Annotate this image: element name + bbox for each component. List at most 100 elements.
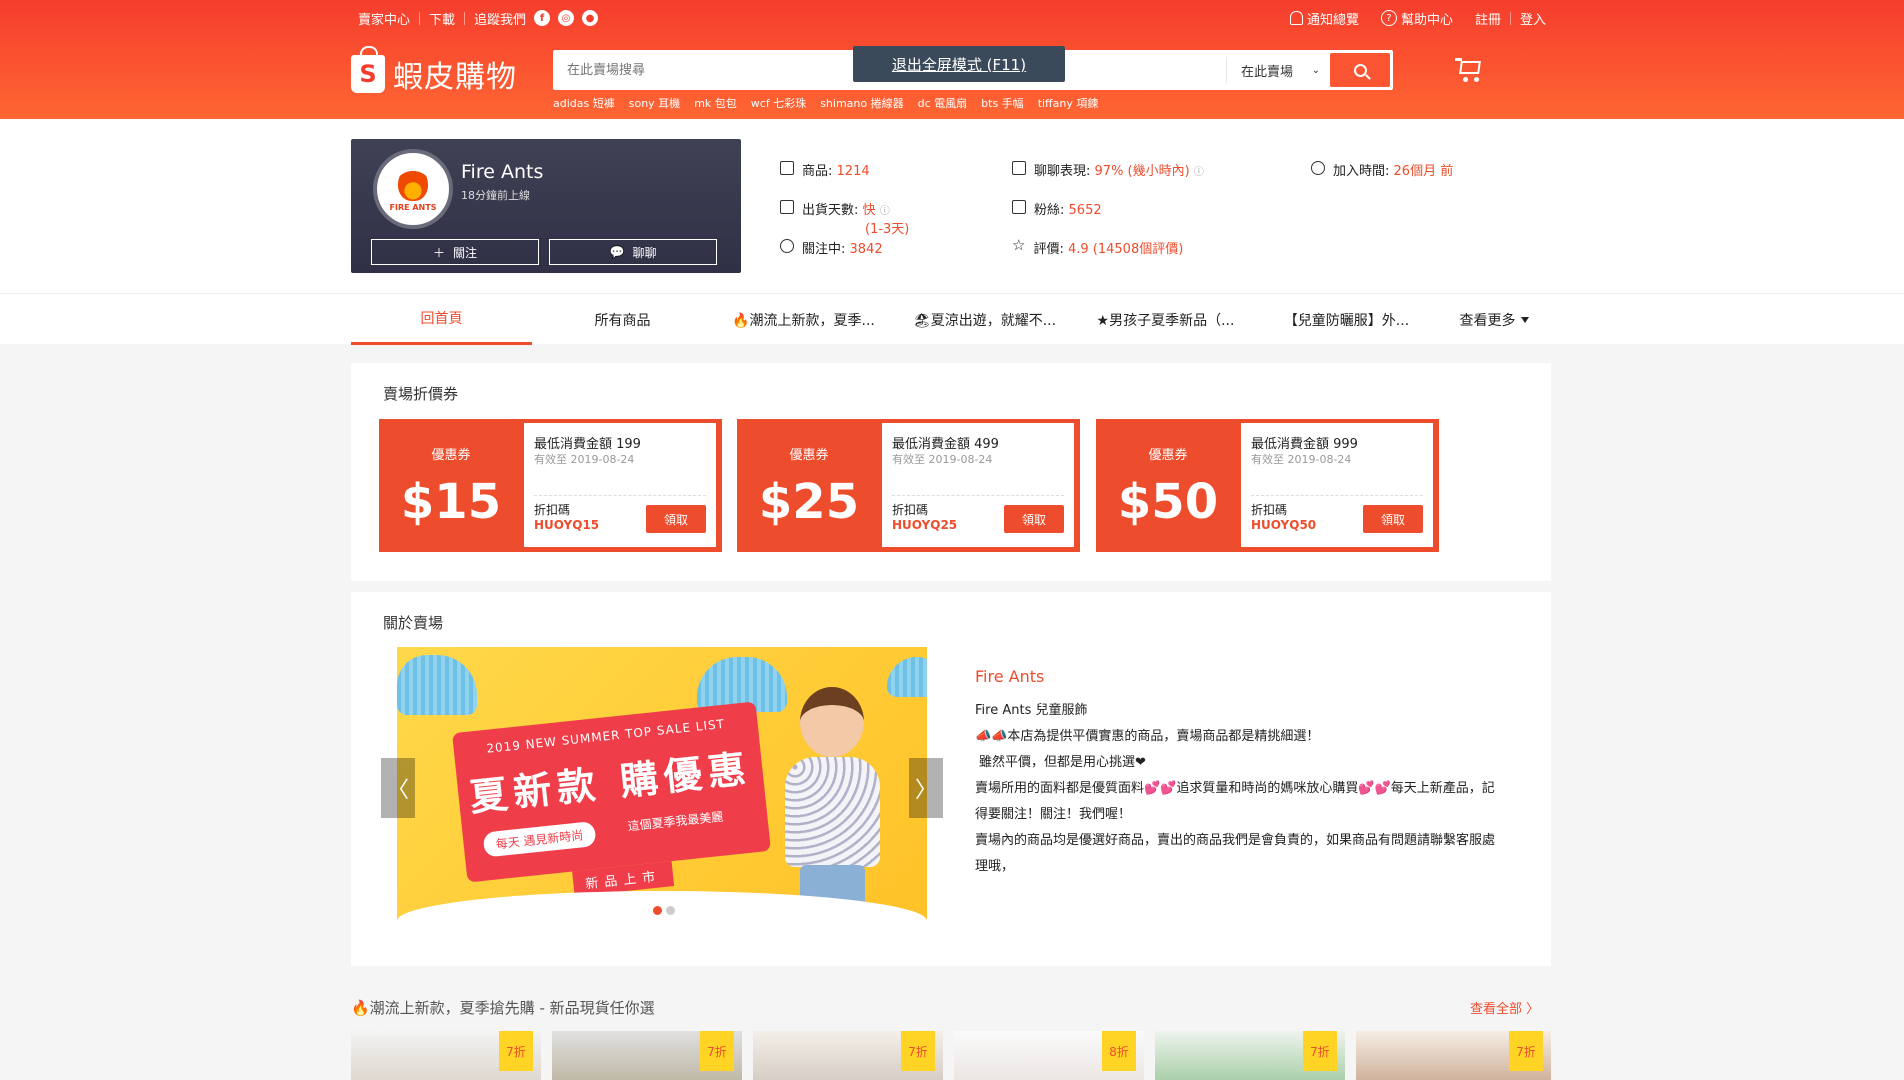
login-link[interactable]: 登入 bbox=[1520, 9, 1546, 28]
banner-sign: 2019 NEW SUMMER TOP SALE LIST 夏新款 購優惠 每天… bbox=[451, 701, 772, 897]
shop-info-section: FIRE ANTS Fire Ants 18分鐘前上線 ＋ 關注 💬 聊聊 商品… bbox=[0, 119, 1904, 294]
shopee-logo[interactable]: S 蝦皮購物 bbox=[351, 46, 517, 96]
notifications-link[interactable]: 通知總覽 bbox=[1307, 9, 1359, 28]
keyword-link[interactable]: adidas 短褲 bbox=[553, 95, 615, 111]
carousel-dot-active[interactable] bbox=[653, 906, 662, 915]
cart-basket bbox=[1459, 61, 1481, 74]
exit-fullscreen-tip[interactable]: 退出全屏模式 (F11) bbox=[853, 46, 1065, 82]
voucher-amount: $25 bbox=[758, 474, 860, 530]
discount-badge: 8折 bbox=[1102, 1031, 1136, 1071]
tab-boys-summer[interactable]: ★男孩子夏季新品（... bbox=[1075, 294, 1256, 345]
chat-bubble-icon bbox=[1012, 161, 1026, 175]
cloud-decoration bbox=[397, 655, 477, 715]
product-card[interactable]: 7折 bbox=[351, 1031, 541, 1080]
voucher-min-spend: 最低消費金額 999 bbox=[1251, 437, 1358, 452]
product-card[interactable]: 7折 bbox=[552, 1031, 742, 1080]
voucher-code: HUOYQ25 bbox=[892, 518, 958, 532]
register-link[interactable]: 註冊 bbox=[1475, 9, 1501, 28]
download-link[interactable]: 下載 bbox=[429, 9, 455, 28]
claim-button[interactable]: 領取 bbox=[1363, 505, 1423, 533]
voucher-min-spend: 最低消費金額 199 bbox=[534, 437, 641, 452]
keyword-link[interactable]: mk 包包 bbox=[694, 95, 737, 111]
facebook-icon[interactable]: f bbox=[534, 10, 551, 26]
carousel-next-button[interactable]: 〉 bbox=[909, 758, 943, 818]
discount-badge: 7折 bbox=[700, 1031, 734, 1071]
cart-icon[interactable] bbox=[1455, 58, 1483, 82]
top-bar: 賣家中心 下載 追蹤我們 f ◎ ● 通知總覽 ? 幫助中心 註冊 登入 bbox=[358, 9, 1546, 28]
shop-avatar[interactable]: FIRE ANTS bbox=[373, 149, 453, 229]
tab-home[interactable]: 回首頁 bbox=[351, 294, 532, 345]
voucher-amount: $50 bbox=[1117, 474, 1219, 530]
keyword-link[interactable]: sony 耳機 bbox=[629, 95, 680, 111]
carousel-dot[interactable] bbox=[666, 906, 675, 915]
follow-button[interactable]: ＋ 關注 bbox=[371, 239, 539, 265]
tab-trend-new[interactable]: 🔥潮流上新款，夏季... bbox=[713, 294, 894, 345]
voucher-card: 優惠券 $50 最低消費金額 999 有效至 2019-08-24 折扣碼 HU… bbox=[1096, 419, 1439, 552]
follow-us-label: 追蹤我們 bbox=[474, 12, 527, 28]
shop-name: Fire Ants bbox=[461, 161, 544, 183]
voucher-divider bbox=[534, 495, 706, 496]
help-center-link[interactable]: 幫助中心 bbox=[1401, 9, 1453, 28]
view-all-link[interactable]: 查看全部 〉 bbox=[1470, 998, 1539, 1017]
banner-tagline: 每天 遇見新時尚 bbox=[482, 821, 597, 858]
product-card[interactable]: 7折 bbox=[753, 1031, 943, 1080]
keyword-link[interactable]: bts 手幅 bbox=[981, 95, 1024, 111]
keyword-link[interactable]: shimano 捲線器 bbox=[820, 95, 903, 111]
voucher-valid-until: 有效至 2019-08-24 bbox=[534, 453, 635, 466]
keyword-link[interactable]: dc 電風扇 bbox=[918, 95, 968, 111]
claim-button[interactable]: 領取 bbox=[1004, 505, 1064, 533]
search-scope-select[interactable]: 在此賣場 ⌄ bbox=[1226, 57, 1330, 83]
stat-chat-performance: 聊聊表現: 97% (幾小時內) ⓘ bbox=[1012, 160, 1204, 179]
voucher-left: 優惠券 $50 bbox=[1096, 419, 1240, 552]
stat-shipping: 出貨天數: 快 ⓘ (1-3天) bbox=[780, 199, 909, 237]
tab-more[interactable]: 查看更多 bbox=[1437, 294, 1551, 345]
chat-button[interactable]: 💬 聊聊 bbox=[549, 239, 717, 265]
stat-label: 加入時間: bbox=[1333, 164, 1390, 179]
stat-joined: 加入時間: 26個月 前 bbox=[1311, 160, 1453, 179]
chevron-right-icon: 〉 bbox=[914, 778, 937, 803]
product-card[interactable]: 7折 bbox=[1155, 1031, 1345, 1080]
shop-card: FIRE ANTS Fire Ants 18分鐘前上線 ＋ 關注 💬 聊聊 bbox=[351, 139, 741, 273]
flame-icon bbox=[398, 166, 428, 201]
shop-online-status: 18分鐘前上線 bbox=[461, 189, 530, 202]
shopee-bag-icon: S bbox=[351, 46, 385, 93]
cart-wheel bbox=[1463, 77, 1468, 82]
tab-all-products[interactable]: 所有商品 bbox=[532, 294, 713, 345]
shop-banner-carousel[interactable]: 2019 NEW SUMMER TOP SALE LIST 夏新款 購優惠 每天… bbox=[397, 647, 927, 927]
voucher-details: 最低消費金額 199 有效至 2019-08-24 折扣碼 HUOYQ15 領取 bbox=[524, 423, 716, 547]
tab-sun-protection[interactable]: 【兒童防曬服】外... bbox=[1256, 294, 1437, 345]
carousel-prev-button[interactable]: 〈 bbox=[381, 758, 415, 818]
fans-icon bbox=[1012, 200, 1026, 214]
info-icon[interactable]: ⓘ bbox=[880, 206, 890, 217]
keyword-link[interactable]: wcf 七彩珠 bbox=[751, 95, 806, 111]
person-icon bbox=[1311, 161, 1325, 175]
chat-label: 聊聊 bbox=[632, 245, 657, 260]
model-photo bbox=[775, 687, 895, 927]
keyword-link[interactable]: tiffany 項鍊 bbox=[1038, 95, 1099, 111]
stat-label: 評價: bbox=[1033, 242, 1064, 257]
avatar-brand: FIRE ANTS bbox=[389, 202, 437, 212]
voucher-card: 優惠券 $25 最低消費金額 499 有效至 2019-08-24 折扣碼 HU… bbox=[737, 419, 1080, 552]
discount-badge: 7折 bbox=[499, 1031, 533, 1071]
voucher-panel-title: 賣場折價券 bbox=[383, 385, 459, 403]
search-button[interactable] bbox=[1330, 53, 1390, 87]
voucher-code: HUOYQ15 bbox=[534, 518, 600, 532]
caret-down-icon bbox=[1520, 316, 1529, 323]
logo-text: 蝦皮購物 bbox=[393, 60, 517, 95]
voucher-details: 最低消費金額 499 有效至 2019-08-24 折扣碼 HUOYQ25 領取 bbox=[882, 423, 1074, 547]
stat-value: 26個月 前 bbox=[1393, 164, 1454, 179]
info-icon[interactable]: ⓘ bbox=[1194, 167, 1204, 178]
about-panel: 關於賣場 2019 NEW SUMMER TOP SALE LIST 夏新款 購… bbox=[351, 592, 1551, 966]
product-card[interactable]: 8折 bbox=[954, 1031, 1144, 1080]
line-icon[interactable]: ● bbox=[582, 10, 599, 26]
seller-center-link[interactable]: 賣家中心 bbox=[358, 9, 410, 28]
more-label: 查看更多 bbox=[1459, 312, 1516, 329]
about-panel-title: 關於賣場 bbox=[383, 614, 444, 632]
stat-value: 5652 bbox=[1068, 203, 1102, 218]
bell-icon bbox=[1289, 11, 1303, 25]
product-card[interactable]: 7折 bbox=[1356, 1031, 1551, 1080]
discount-badge: 7折 bbox=[901, 1031, 935, 1071]
claim-button[interactable]: 領取 bbox=[646, 505, 706, 533]
instagram-icon[interactable]: ◎ bbox=[558, 10, 575, 26]
tab-summer-outing[interactable]: 🏖夏涼出遊，就耀不... bbox=[894, 294, 1075, 345]
